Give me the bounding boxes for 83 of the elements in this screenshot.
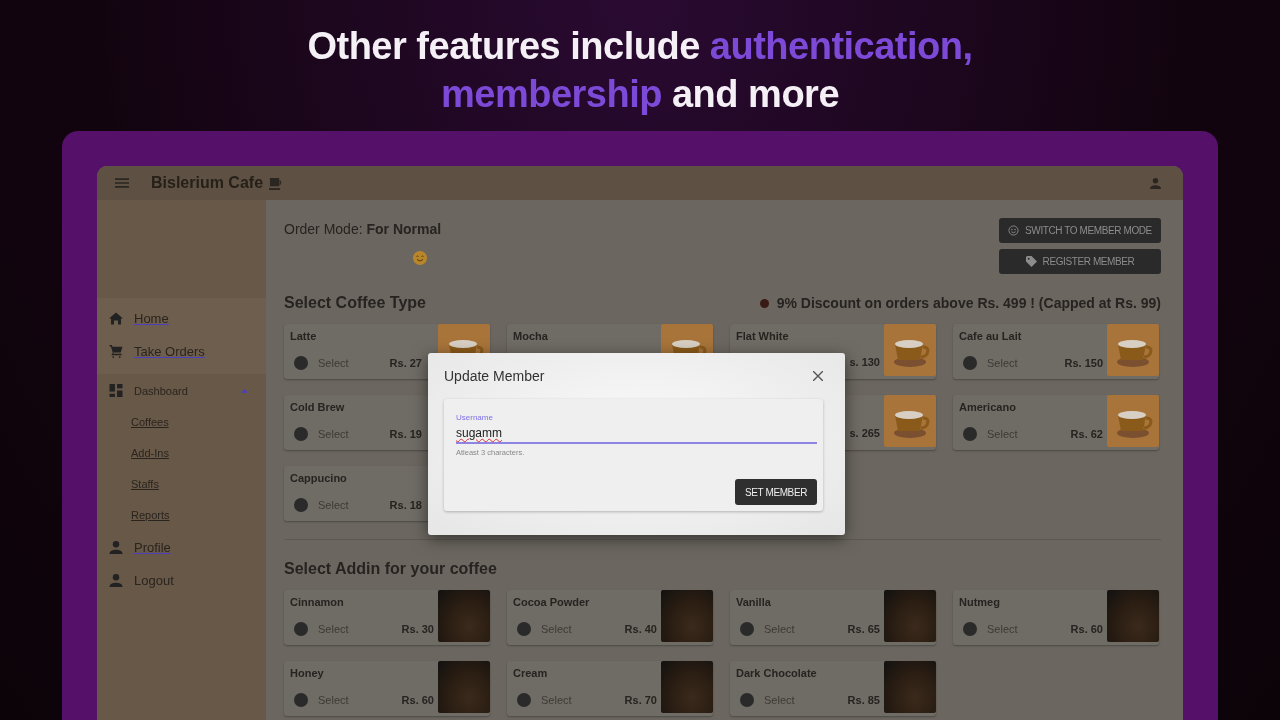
item-name: Mocha: [513, 329, 549, 344]
coffee-cup-picture: [884, 324, 936, 376]
item-price: Rs. 19: [389, 428, 422, 440]
radio-button[interactable]: [963, 427, 977, 441]
item-name: Cocoa Powder: [513, 595, 591, 610]
item-price: Rs. 30: [401, 623, 434, 635]
radio-button[interactable]: [963, 356, 977, 370]
smiley-icon: [1008, 225, 1020, 236]
radio-button[interactable]: [294, 498, 308, 512]
username-field[interactable]: Username sugamm: [456, 413, 817, 444]
item-price: Rs. 62: [1070, 428, 1103, 440]
home-icon: [109, 312, 123, 325]
radio-button[interactable]: [963, 622, 977, 636]
item-name: Honey: [290, 666, 325, 681]
item-name: Nutmeg: [959, 595, 1001, 610]
radio-button[interactable]: [294, 427, 308, 441]
bullet-icon: [759, 298, 769, 308]
item-name: Cafe au Lait: [959, 329, 1023, 344]
set-member-button[interactable]: SET MEMBER: [735, 479, 817, 505]
discount-note: 9% Discount on orders above Rs. 499 ! (Capped at Rs. 99): [776, 295, 1161, 311]
section-title: Select Coffee Type: [284, 294, 427, 312]
nav-link[interactable]: Home: [134, 311, 169, 326]
coffee-cup-picture: [884, 395, 936, 447]
nav-sublink[interactable]: Add-Ins: [131, 438, 266, 469]
item-name: Vanilla: [736, 595, 772, 610]
nav-sublink[interactable]: Staffs: [131, 469, 266, 500]
section-title: Select Addin for your coffee: [284, 560, 498, 578]
radio-button[interactable]: [517, 693, 531, 707]
nav-link[interactable]: Dashboard: [134, 384, 188, 397]
action-button[interactable]: SWITCH TO MEMBER MODE: [999, 218, 1161, 243]
nav-link[interactable]: Take Orders: [134, 344, 205, 359]
item-name: Cream: [513, 666, 549, 681]
photo-placeholder: [1107, 590, 1159, 642]
item-price: s. 265: [849, 427, 880, 439]
item-name: Cinnamon: [290, 595, 345, 610]
person-icon: [109, 541, 123, 554]
smiley-icon: [413, 251, 427, 265]
app-title: Bislerium Cafe: [151, 174, 264, 192]
action-button[interactable]: REGISTER MEMBER: [999, 249, 1161, 274]
item-name: Cold Brew: [290, 400, 346, 415]
item-name: Flat White: [736, 329, 790, 344]
radio-button[interactable]: [517, 622, 531, 636]
item-price: Rs. 150: [1064, 357, 1103, 369]
radio-button[interactable]: [294, 356, 308, 370]
photo-placeholder: [661, 661, 713, 713]
item-price: Rs. 60: [401, 694, 434, 706]
account-icon[interactable]: [1150, 177, 1161, 189]
photo-placeholder: [661, 590, 713, 642]
radio-button[interactable]: [294, 622, 308, 636]
coffee-cup-picture: [1107, 324, 1159, 376]
headline: Other features include authentication, membership and more: [307, 24, 973, 117]
person-icon: [109, 574, 123, 587]
radio-button[interactable]: [294, 693, 308, 707]
radio-button[interactable]: [740, 622, 754, 636]
nav-sublink[interactable]: Reports: [131, 500, 266, 531]
nav-sublink[interactable]: Coffees: [131, 407, 266, 438]
photo-placeholder: [438, 661, 490, 713]
item-price: Rs. 70: [624, 694, 657, 706]
item-price: Rs. 85: [847, 694, 880, 706]
tag-icon: [1025, 256, 1037, 267]
item-name: Dark Chocolate: [736, 666, 818, 681]
coffee-cup-picture: [1107, 395, 1159, 447]
radio-button[interactable]: [740, 693, 754, 707]
photo-placeholder: [884, 661, 936, 713]
cart-icon: [109, 345, 123, 358]
close-icon[interactable]: [813, 371, 823, 381]
menu-icon[interactable]: [115, 178, 129, 188]
nav-link[interactable]: Logout: [134, 573, 174, 588]
item-price: Rs. 27: [389, 357, 422, 369]
item-name: Latte: [290, 329, 318, 344]
item-price: Rs. 65: [847, 623, 880, 635]
photo-placeholder: [884, 590, 936, 642]
nav-link[interactable]: Profile: [134, 540, 171, 555]
item-price: Rs. 40: [624, 623, 657, 635]
item-name: Americano: [959, 400, 1017, 415]
order-mode-label: Order Mode: For Normal: [284, 221, 442, 237]
item-price: Rs. 60: [1070, 623, 1103, 635]
coffee-cup-icon: [269, 176, 283, 190]
item-price: Rs. 18: [389, 499, 422, 511]
photo-placeholder: [438, 590, 490, 642]
item-name: Cappucino: [290, 471, 348, 486]
dashboard-icon: [109, 384, 123, 397]
item-price: s. 130: [849, 356, 880, 368]
